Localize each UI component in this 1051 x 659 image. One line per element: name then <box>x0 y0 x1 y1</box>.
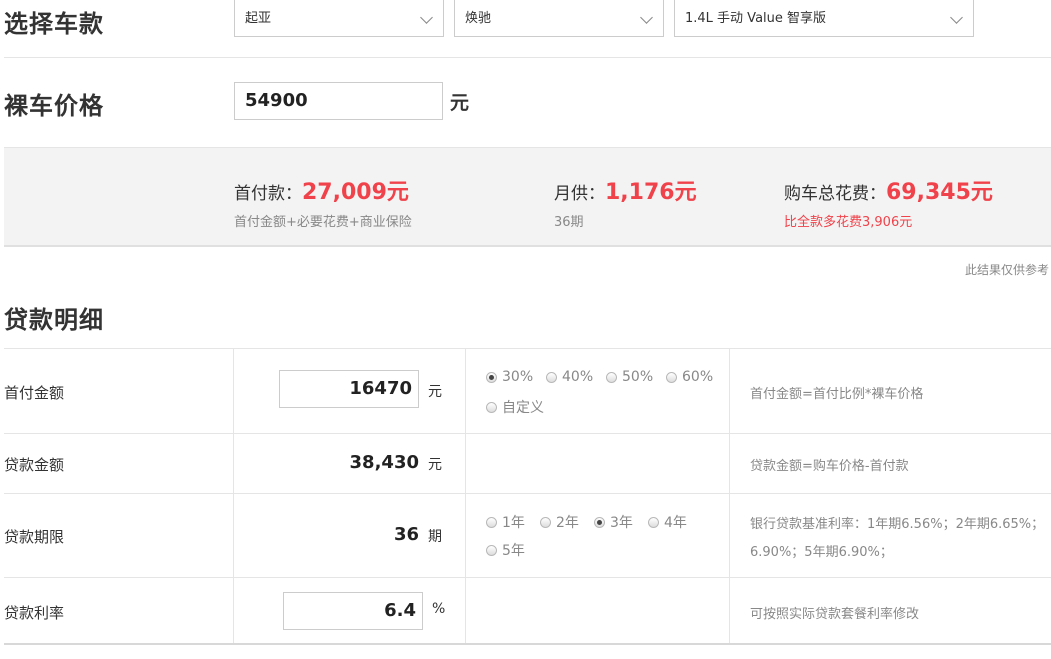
radio-icon <box>486 544 497 556</box>
row-formula: 首付金额=首付比例*裸车价格 <box>750 387 924 402</box>
radio-checked-icon <box>486 371 497 383</box>
disclaimer-note: 此结果仅供参考 <box>964 263 1049 277</box>
term-option-3y[interactable]: 3年 <box>594 512 633 532</box>
model-select-value: 1.4L 手动 Value 智享版 <box>685 11 827 26</box>
ratio-option-50[interactable]: 50% <box>606 369 653 385</box>
monthly-sub: 36期 <box>554 215 584 230</box>
radio-icon <box>540 516 551 528</box>
monthly-label: 月供： <box>554 184 605 204</box>
bare-price-title: 裸车价格 <box>4 92 104 120</box>
chevron-down-icon <box>640 11 653 24</box>
radio-icon <box>546 371 557 383</box>
down-payment-label: 首付款： <box>234 184 302 204</box>
row-formula: 可按照实际贷款套餐利率修改 <box>750 607 920 622</box>
row-unit: 元 <box>428 457 442 473</box>
down-payment-input[interactable]: 16470 <box>279 370 419 408</box>
total-sub: 比全款多花费3,906元 <box>784 215 913 230</box>
row-unit: 期 <box>428 529 442 545</box>
row-unit: 元 <box>428 384 442 400</box>
row-label: 贷款利率 <box>4 604 65 622</box>
total-value: 69,345元 <box>886 180 993 205</box>
radio-icon <box>648 516 659 528</box>
model-select[interactable]: 1.4L 手动 Value 智享版 <box>674 0 974 37</box>
row-label: 贷款期限 <box>4 528 65 546</box>
summary-band: 首付款：27,009元 首付金额+必要花费+商业保险 月供：1,176元 36期… <box>4 147 1051 247</box>
total-label: 购车总花费： <box>784 184 886 204</box>
term-option-1y[interactable]: 1年 <box>486 512 525 532</box>
table-row-loan-term: 贷款期限 36 期 1年 2年 3年 4年 5年 银行贷款基准利率：1年期6.5… <box>4 493 1051 578</box>
radio-icon <box>606 371 617 383</box>
series-select[interactable]: 焕驰 <box>454 0 664 37</box>
ratio-option-40[interactable]: 40% <box>546 369 593 385</box>
row-unit: % <box>432 601 446 617</box>
bare-price-input[interactable]: 54900 <box>234 82 443 120</box>
term-option-4y[interactable]: 4年 <box>648 512 687 532</box>
ratio-option-60[interactable]: 60% <box>666 369 713 385</box>
radio-icon <box>486 401 497 413</box>
radio-icon <box>486 516 497 528</box>
row-label: 首付金额 <box>4 384 65 402</box>
row-formula: 贷款金额=购车价格-首付款 <box>750 459 909 474</box>
table-row-loan-amount: 贷款金额 38,430 元 贷款金额=购车价格-首付款 <box>4 433 1051 494</box>
table-row-interest-rate: 贷款利率 6.4 % 可按照实际贷款套餐利率修改 <box>4 577 1051 644</box>
loan-term-value: 36 <box>393 524 419 545</box>
series-select-value: 焕驰 <box>465 11 492 26</box>
chevron-down-icon <box>420 11 433 24</box>
brand-select-value: 起亚 <box>245 11 272 26</box>
table-row-down-payment: 首付金额 16470 元 30% 40% 50% 60% 自定义 首付金额=首付… <box>4 349 1051 434</box>
loan-detail-table: 首付金额 16470 元 30% 40% 50% 60% 自定义 首付金额=首付… <box>4 348 1051 645</box>
bare-price-unit: 元 <box>450 92 470 114</box>
loan-detail-title: 贷款明细 <box>4 306 104 334</box>
monthly-summary: 月供：1,176元 <box>554 174 697 206</box>
term-option-2y[interactable]: 2年 <box>540 512 579 532</box>
row-formula-line2: 6.90%；5年期6.90%； <box>750 545 893 560</box>
brand-select[interactable]: 起亚 <box>234 0 444 37</box>
monthly-value: 1,176元 <box>605 180 697 205</box>
radio-icon <box>666 371 677 383</box>
row-label: 贷款金额 <box>4 456 65 474</box>
down-payment-value: 27,009元 <box>302 180 409 205</box>
chevron-down-icon <box>950 11 963 24</box>
interest-rate-input[interactable]: 6.4 <box>283 592 423 630</box>
divider <box>4 57 1051 58</box>
loan-amount-value: 38,430 <box>349 452 419 473</box>
down-payment-sub: 首付金额+必要花费+商业保险 <box>234 215 412 230</box>
term-option-5y[interactable]: 5年 <box>486 540 525 560</box>
radio-checked-icon <box>594 516 605 528</box>
down-payment-summary: 首付款：27,009元 <box>234 174 409 206</box>
select-car-title: 选择车款 <box>4 10 104 38</box>
total-summary: 购车总花费：69,345元 <box>784 174 993 206</box>
ratio-option-custom[interactable]: 自定义 <box>486 397 544 417</box>
row-formula-line1: 银行贷款基准利率：1年期6.56%；2年期6.65%； <box>750 517 1045 532</box>
ratio-option-30[interactable]: 30% <box>486 369 533 385</box>
